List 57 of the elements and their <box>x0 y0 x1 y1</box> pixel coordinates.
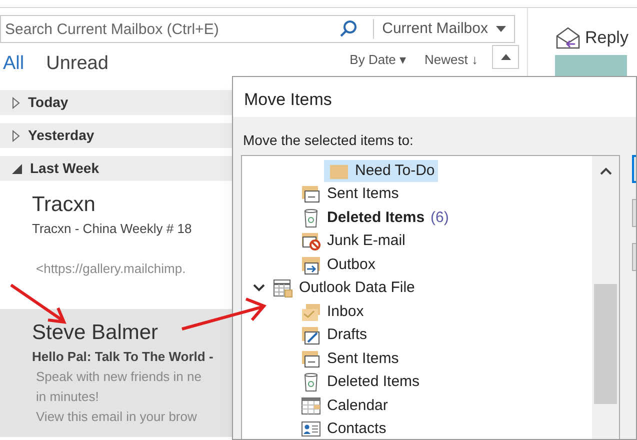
email-preview: <https://gallery.mailchimp. <box>35 260 187 278</box>
email-item[interactable]: Steve Balmer Hello Pal: Talk To The World - Speak with new friends in ne in minutes! View this email in your brow <box>0 309 232 437</box>
sent-folder-icon <box>301 348 321 369</box>
email-sender: Tracxn <box>32 192 96 218</box>
tree-item[interactable]: Junk E-mail <box>296 230 408 252</box>
caret-icon <box>496 26 506 32</box>
scope-dropdown[interactable]: Current Mailbox <box>374 16 514 42</box>
outbox-icon <box>301 254 321 275</box>
email-subject: Tracxn - China Weekly # 18 <box>32 220 193 238</box>
tree-item[interactable]: Drafts <box>296 324 370 346</box>
data-file-icon <box>273 278 293 298</box>
sent-folder-icon <box>301 184 321 204</box>
dialog-button[interactable] <box>632 155 636 183</box>
email-sender: Steve Balmer <box>32 320 160 346</box>
group-label: Last Week <box>30 159 99 178</box>
tree-item[interactable]: Need To-Do <box>324 160 438 182</box>
group-label: Today <box>28 93 68 112</box>
sort-dropdown[interactable]: By Date ▾ <box>350 50 407 70</box>
chevron-down-icon[interactable] <box>253 284 265 292</box>
scroll-up-button[interactable] <box>492 45 519 69</box>
calendar-icon <box>301 396 321 416</box>
reply-icon <box>555 26 581 50</box>
email-subject: Hello Pal: Talk To The World - <box>32 348 214 366</box>
sort-order-button[interactable]: Newest ↓ <box>424 50 478 70</box>
search-field[interactable]: Search Current Mailbox (Ctrl+E) Current Mailbox <box>0 15 515 43</box>
email-preview: View this email in your brow <box>35 408 198 426</box>
tree-item[interactable]: Sent Items <box>296 348 402 370</box>
group-label: Yesterday <box>28 126 94 145</box>
collapsed-triangle-icon <box>12 130 20 142</box>
filter-tab[interactable]: Unread <box>46 50 108 78</box>
annotation-arrow <box>8 282 68 326</box>
dialog-title: Move Items <box>233 77 636 117</box>
tree-item[interactable]: Contacts <box>296 418 390 439</box>
inbox-icon <box>301 302 321 322</box>
email-preview: in minutes! <box>35 388 100 406</box>
search-icon[interactable] <box>339 19 360 39</box>
tree-item[interactable]: Calendar <box>296 394 391 417</box>
collapsed-triangle-icon <box>12 96 20 108</box>
email-preview: Speak with new friends in ne <box>35 368 202 386</box>
tree-item[interactable]: Deleted Items (6) <box>296 206 452 229</box>
tree-item[interactable]: Outbox <box>296 254 378 276</box>
group-header[interactable]: Today <box>0 90 232 115</box>
tree-item[interactable]: Outlook Data File <box>268 277 418 300</box>
group-header[interactable]: Yesterday <box>0 123 232 148</box>
dialog-prompt: Move the selected items to: <box>242 131 414 150</box>
group-header[interactable]: Last Week <box>0 156 232 181</box>
scrollbar-thumb[interactable] <box>594 284 617 404</box>
tree-item[interactable]: Sent Items <box>296 183 402 206</box>
up-arrow-icon <box>500 54 510 60</box>
scrollbar[interactable] <box>592 156 619 439</box>
filter-tab[interactable]: All <box>3 50 24 78</box>
junk-folder-icon <box>301 231 321 252</box>
reply-button[interactable]: Reply <box>555 25 628 50</box>
tree-item[interactable]: Deleted Items <box>296 371 423 394</box>
tree-item[interactable]: Inbox <box>296 300 367 323</box>
drafts-icon <box>301 325 321 346</box>
expanded-triangle-icon <box>12 164 22 174</box>
